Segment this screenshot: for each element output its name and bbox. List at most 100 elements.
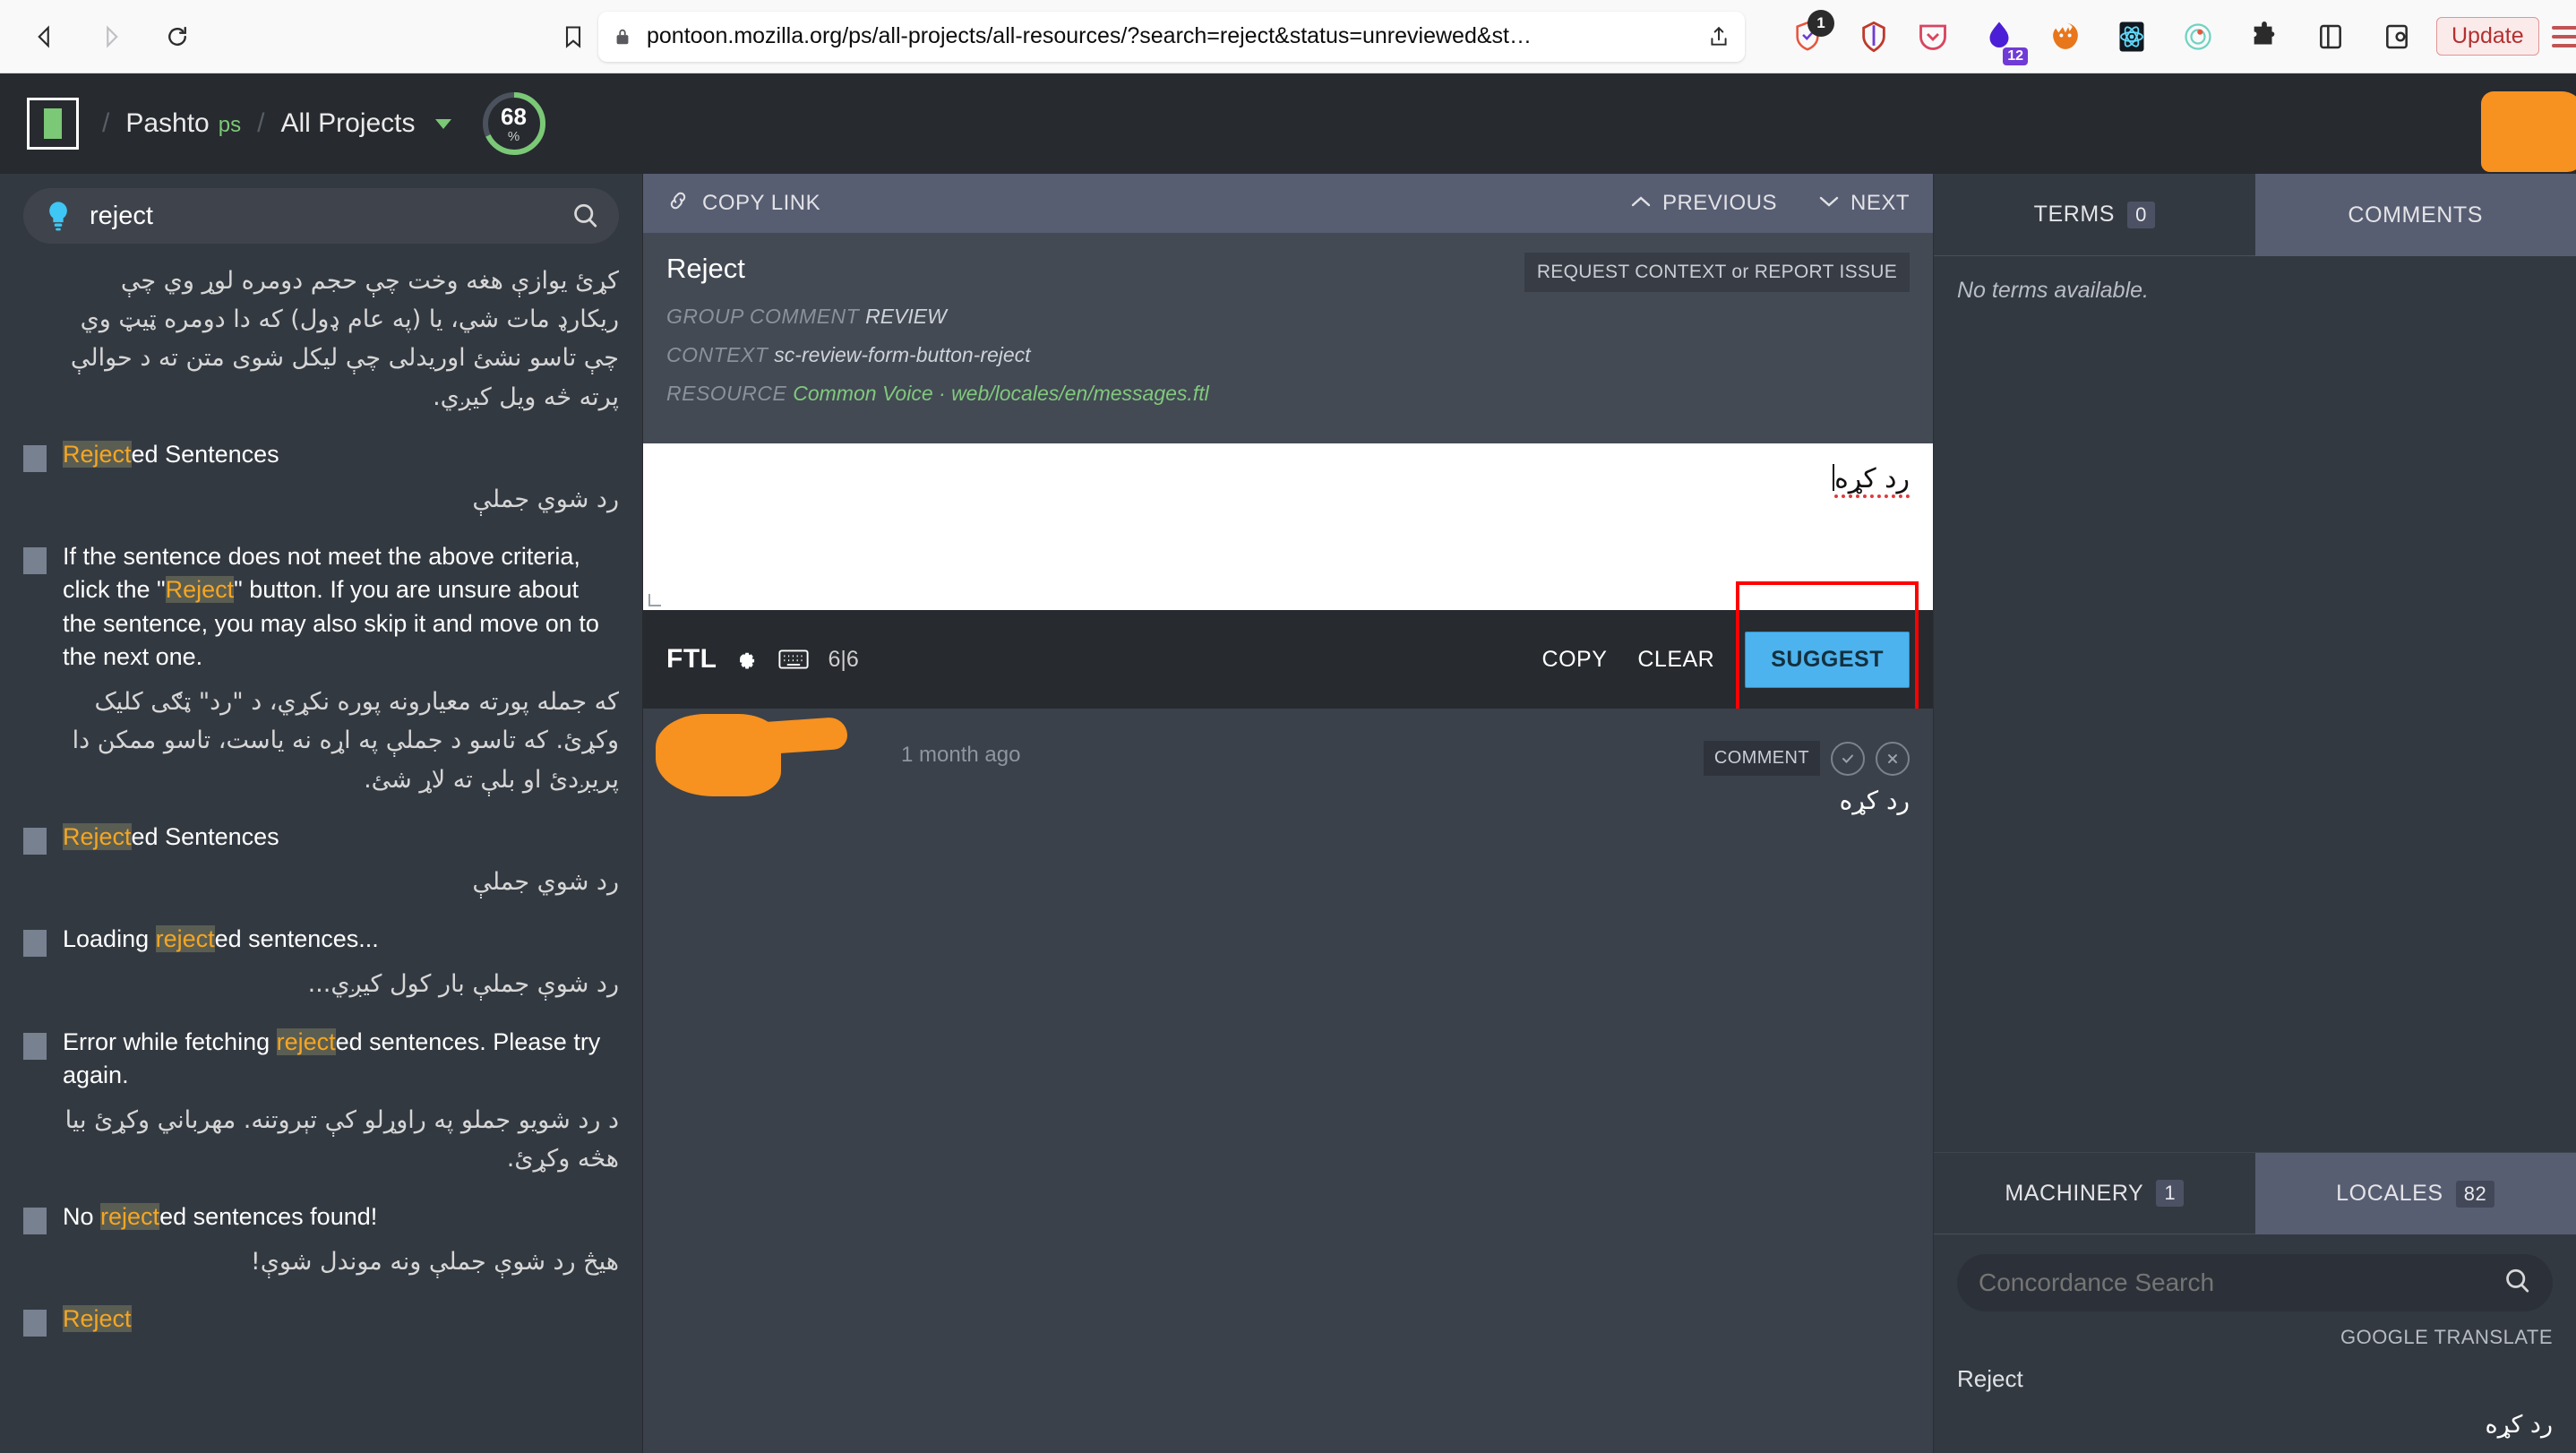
firefox-fox-icon[interactable] [2044, 15, 2087, 58]
list-item[interactable]: Error while fetching rejected sentences.… [0, 1013, 642, 1188]
search-input[interactable] [90, 201, 571, 231]
progress-ring[interactable]: 68 % [480, 90, 548, 158]
entity-translation: د رد شویو جملو په راوړلو کې تېروتنه. مهر… [64, 1106, 619, 1174]
tab-count: 1 [2156, 1180, 2185, 1207]
copy-link-button[interactable]: COPY LINK [666, 188, 820, 219]
reject-cross-icon[interactable] [1876, 741, 1910, 776]
back-arrow-icon[interactable] [20, 12, 70, 62]
next-button[interactable]: NEXT [1818, 191, 1910, 216]
search-icon[interactable] [2503, 1266, 2531, 1301]
pocket-icon[interactable] [1911, 15, 1954, 58]
translation-textarea[interactable]: رد کړه [643, 443, 1933, 610]
pontoon-logo[interactable] [27, 98, 79, 150]
lightbulb-icon[interactable] [43, 199, 73, 233]
list-item[interactable]: کړئ یوازې هغه وخت چې حجم دومره لوړ وي چې… [0, 253, 642, 426]
list-item[interactable]: Rejected Sentences رد شوي جملې [0, 808, 642, 910]
tab-locales[interactable]: LOCALES 82 [2254, 1153, 2576, 1234]
entity-list[interactable]: کړئ یوازې هغه وخت چې حجم دومره لوړ وي چې… [0, 253, 642, 1453]
history-timestamp: 1 month ago [901, 743, 1021, 767]
translation-text: رد کړه [666, 463, 1910, 498]
sidebar-icon[interactable] [2309, 15, 2352, 58]
entity-checkbox[interactable] [23, 827, 47, 855]
search-box[interactable] [23, 188, 619, 244]
entity-texts: کړئ یوازې هغه وخت چې حجم دومره لوړ وي چې… [63, 253, 619, 417]
radar-icon[interactable] [2177, 15, 2220, 58]
bookmark-icon[interactable] [561, 12, 586, 62]
entity-checkbox[interactable] [23, 547, 47, 575]
breadcrumb-locale[interactable]: Pashto ps [125, 108, 241, 139]
entity-translation: کړئ یوازې هغه وخت چې حجم دومره لوړ وي چې… [70, 267, 619, 411]
update-button[interactable]: Update [2436, 17, 2539, 56]
resize-handle[interactable] [648, 594, 661, 606]
editor-column: COPY LINK PREVIOUS NEXT Reject REQUEST C… [643, 174, 1933, 1453]
previous-label: PREVIOUS [1662, 191, 1777, 215]
metadata-lines: GROUP COMMENT REVIEW CONTEXT sc-review-fo… [666, 305, 1910, 406]
breadcrumb-project[interactable]: All Projects [280, 108, 451, 139]
previous-button[interactable]: PREVIOUS [1630, 191, 1777, 216]
metadata-value[interactable]: Common Voice · web/locales/en/messages.f… [793, 382, 1208, 405]
suggest-button[interactable]: SUGGEST [1745, 631, 1910, 688]
progress-unit: % [507, 128, 520, 144]
brave-shield-icon[interactable]: 1 [1786, 9, 1834, 58]
editor-nav-group: PREVIOUS NEXT [1630, 191, 1910, 216]
gear-icon[interactable] [731, 645, 758, 674]
react-devtools-icon[interactable] [2110, 15, 2153, 58]
entity-texts: Rejected Sentences رد شوي جملې [63, 438, 619, 519]
character-count: 6|6 [828, 646, 859, 672]
copy-link-label: COPY LINK [702, 191, 821, 215]
raindrop-icon[interactable]: 12 [1978, 15, 2028, 65]
approve-check-icon[interactable] [1831, 741, 1865, 776]
puzzle-extensions-icon[interactable] [2243, 15, 2286, 58]
entity-texts: If the sentence does not meet the above … [63, 540, 619, 799]
next-label: NEXT [1850, 191, 1910, 215]
url-bar[interactable]: pontoon.mozilla.org/ps/all-projects/all-… [598, 11, 1745, 62]
history-row[interactable]: 1 month ago COMMENT رد کړه [643, 709, 1933, 815]
link-chain-icon [666, 188, 690, 219]
browser-nav-buttons [20, 12, 202, 62]
entity-checkbox[interactable] [23, 444, 47, 472]
user-avatar-redacted[interactable] [2481, 90, 2576, 172]
search-match-highlight: Reject [165, 576, 235, 604]
copy-button[interactable]: COPY [1542, 647, 1608, 673]
history-translation: رد کړه [1839, 786, 1910, 815]
entity-checkbox[interactable] [23, 1032, 47, 1060]
share-upload-icon[interactable] [1707, 24, 1730, 49]
entity-translation: که جمله پورته معیارونه پوره نکړي، د "رد"… [72, 688, 619, 794]
entity-source: Loading rejected sentences... [63, 925, 379, 953]
entity-texts: Error while fetching rejected sentences.… [63, 1026, 619, 1179]
tab-count: 82 [2455, 1180, 2495, 1208]
history-author-redacted [656, 714, 781, 796]
bitwarden-icon[interactable] [1852, 15, 1895, 58]
machinery-result[interactable]: GOOGLE TRANSLATE Reject رد کړه [1934, 1311, 2576, 1453]
search-match-highlight: Reject [63, 440, 132, 468]
concordance-search-box[interactable] [1957, 1254, 2553, 1311]
list-item[interactable]: Reject [0, 1290, 642, 1346]
progress-value: 68 [501, 102, 527, 130]
clear-button[interactable]: CLEAR [1637, 647, 1714, 673]
entity-source: No rejected sentences found! [63, 1202, 378, 1230]
search-match-highlight: reject [276, 1027, 336, 1055]
request-context-button[interactable]: REQUEST CONTEXT or REPORT ISSUE [1524, 253, 1910, 292]
hamburger-menu-icon[interactable] [2551, 25, 2576, 47]
concordance-search-input[interactable] [1979, 1268, 2503, 1297]
search-icon[interactable] [571, 201, 599, 231]
reload-icon[interactable] [152, 12, 202, 62]
chevron-down-icon[interactable] [434, 118, 451, 129]
tab-terms[interactable]: TERMS 0 [1934, 174, 2255, 256]
list-item[interactable]: No rejected sentences found! هیڅ رد شوې ج… [0, 1188, 642, 1290]
entity-checkbox[interactable] [23, 1309, 47, 1337]
tab-machinery[interactable]: MACHINERY 1 [1934, 1153, 2255, 1234]
keyboard-icon[interactable] [777, 646, 810, 673]
list-item[interactable]: Rejected Sentences رد شوي جملې [0, 426, 642, 528]
forward-arrow-icon[interactable] [86, 12, 136, 62]
metadata-line: CONTEXT sc-review-form-button-reject [666, 343, 1910, 367]
tab-comments[interactable]: COMMENTS [2254, 174, 2576, 256]
translation-history: 1 month ago COMMENT رد کړه [643, 709, 1933, 1453]
container-tabs-icon[interactable] [2375, 15, 2418, 58]
list-item[interactable]: If the sentence does not meet the above … [0, 528, 642, 808]
list-item[interactable]: Loading rejected sentences... رد شوې جملې… [0, 910, 642, 1012]
comment-tooltip[interactable]: COMMENT [1703, 741, 1820, 776]
entity-checkbox[interactable] [23, 1207, 47, 1234]
metadata-key: RESOURCE [666, 382, 794, 405]
entity-checkbox[interactable] [23, 930, 47, 958]
